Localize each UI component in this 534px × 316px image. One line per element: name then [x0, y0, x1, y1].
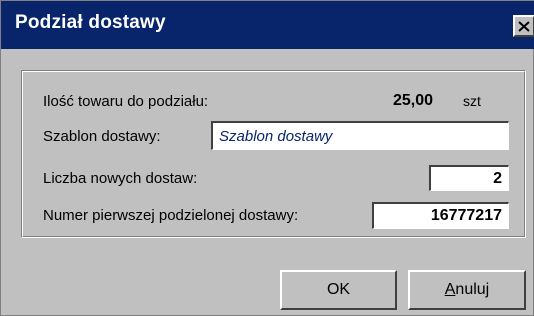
new-count-label: Liczba nowych dostaw: [43, 170, 198, 187]
template-field[interactable] [211, 121, 509, 150]
cancel-button-label-rest: nuluj [455, 281, 490, 298]
title-bar[interactable]: Podział dostawy [1, 1, 534, 49]
ok-button[interactable]: OK [280, 270, 397, 310]
first-number-label: Numer pierwszej podzielonej dostawy: [43, 207, 299, 224]
quantity-unit: szt [463, 93, 481, 109]
first-number-field[interactable]: 16777217 [372, 202, 509, 229]
quantity-label: Ilość towaru do podziału: [43, 93, 209, 110]
dialog-window: Podział dostawy Ilość towaru do podziału… [0, 0, 534, 316]
close-button[interactable] [513, 15, 534, 37]
window-title: Podział dostawy [15, 12, 166, 33]
ok-button-label: OK [326, 281, 351, 298]
cancel-button-mnemonic: A [444, 281, 456, 298]
close-icon [518, 20, 530, 32]
new-count-value: 2 [493, 169, 502, 187]
quantity-value: 25,00 [393, 92, 434, 109]
template-label: Szablon dostawy: [43, 128, 161, 145]
first-number-value: 16777217 [430, 207, 502, 224]
template-input[interactable] [219, 127, 502, 145]
cancel-button-label: Anuluj [445, 281, 489, 299]
new-count-field[interactable]: 2 [429, 165, 509, 191]
cancel-button[interactable]: Anuluj [408, 270, 526, 310]
